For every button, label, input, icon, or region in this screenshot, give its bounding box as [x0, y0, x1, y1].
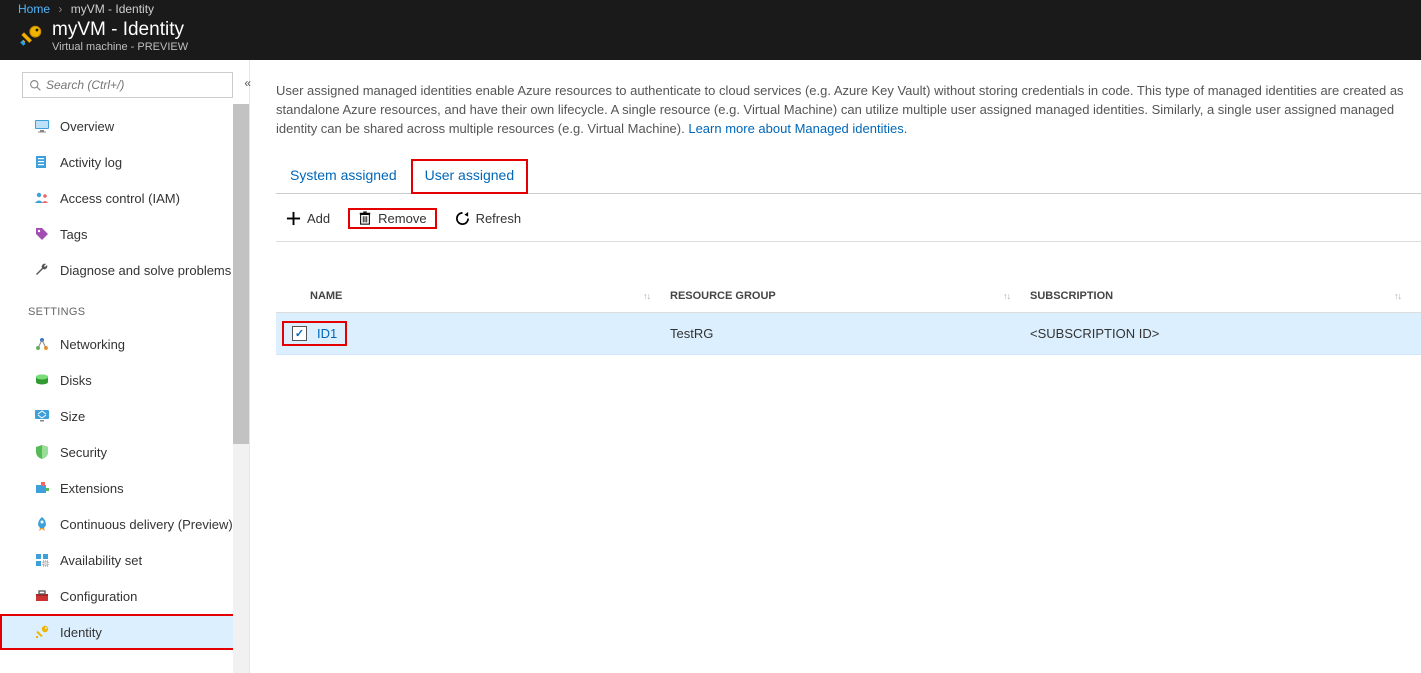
sidebar-item-overview[interactable]: Overview	[0, 108, 249, 144]
sidebar-item-label: Size	[60, 409, 85, 424]
breadcrumb-sep: ›	[53, 2, 67, 16]
add-button[interactable]: Add	[276, 208, 340, 229]
shield-icon	[34, 444, 50, 460]
sidebar: « Overview Activity log Access control (…	[0, 60, 250, 673]
refresh-icon	[455, 211, 470, 226]
page-subtitle: Virtual machine - PREVIEW	[52, 41, 188, 53]
log-icon	[34, 154, 50, 170]
collapse-icon[interactable]: «	[244, 76, 251, 90]
trash-icon	[358, 211, 372, 225]
toolbar: Add Remove Refresh	[276, 208, 1421, 242]
sidebar-item-label: Extensions	[60, 481, 124, 496]
row-checkbox[interactable]	[292, 326, 307, 341]
sidebar-section-settings: SETTINGS	[0, 288, 249, 326]
breadcrumb-current: myVM - Identity	[71, 2, 154, 16]
sidebar-item-label: Activity log	[60, 155, 122, 170]
sort-icon: ↑↓	[643, 291, 650, 301]
sidebar-item-diagnose[interactable]: Diagnose and solve problems	[0, 252, 249, 288]
key-icon	[18, 23, 44, 49]
sidebar-item-label: Tags	[60, 227, 87, 242]
sidebar-item-availability-set[interactable]: Availability set	[0, 542, 249, 578]
sidebar-item-label: Configuration	[60, 589, 137, 604]
remove-button[interactable]: Remove	[348, 208, 436, 229]
remove-label: Remove	[378, 211, 426, 226]
refresh-label: Refresh	[476, 211, 522, 226]
breadcrumb-home[interactable]: Home	[18, 2, 50, 16]
sidebar-item-extensions[interactable]: Extensions	[0, 470, 249, 506]
row-name-link[interactable]: ID1	[317, 326, 337, 341]
monitor-icon	[34, 118, 50, 134]
table-row[interactable]: ID1 TestRG <SUBSCRIPTION ID>	[276, 313, 1421, 355]
sidebar-item-label: Continuous delivery (Preview)	[60, 517, 233, 532]
sidebar-item-activity-log[interactable]: Activity log	[0, 144, 249, 180]
sidebar-item-label: Disks	[60, 373, 92, 388]
tab-system-assigned[interactable]: System assigned	[276, 159, 411, 193]
sidebar-item-label: Access control (IAM)	[60, 191, 180, 206]
network-icon	[34, 336, 50, 352]
add-label: Add	[307, 211, 330, 226]
row-subscription: <SUBSCRIPTION ID>	[1030, 326, 1421, 341]
learn-more-link[interactable]: Learn more about Managed identities.	[688, 121, 907, 136]
sidebar-item-configuration[interactable]: Configuration	[0, 578, 249, 614]
search-input[interactable]	[42, 78, 226, 92]
search-icon	[29, 79, 42, 92]
extensions-icon	[34, 480, 50, 496]
sidebar-item-label: Diagnose and solve problems	[60, 263, 231, 278]
sidebar-item-label: Security	[60, 445, 107, 460]
size-icon	[34, 408, 50, 424]
sidebar-item-continuous-delivery[interactable]: Continuous delivery (Preview)	[0, 506, 249, 542]
toolbox-icon	[34, 588, 50, 604]
main-content: User assigned managed identities enable …	[250, 60, 1421, 673]
sidebar-item-networking[interactable]: Networking	[0, 326, 249, 362]
sidebar-item-security[interactable]: Security	[0, 434, 249, 470]
availability-icon	[34, 552, 50, 568]
identity-table: NAME ↑↓ RESOURCE GROUP ↑↓ SUBSCRIPTION ↑…	[276, 282, 1421, 355]
sidebar-item-label: Identity	[60, 625, 102, 640]
sidebar-item-disks[interactable]: Disks	[0, 362, 249, 398]
scrollbar-thumb[interactable]	[233, 104, 249, 444]
disks-icon	[34, 372, 50, 388]
sidebar-item-label: Availability set	[60, 553, 142, 568]
sidebar-item-size[interactable]: Size	[0, 398, 249, 434]
col-header-resource-group[interactable]: RESOURCE GROUP ↑↓	[670, 290, 1030, 302]
col-header-name[interactable]: NAME ↑↓	[310, 290, 670, 302]
rocket-icon	[34, 516, 50, 532]
identity-key-icon	[34, 624, 50, 640]
sidebar-item-tags[interactable]: Tags	[0, 216, 249, 252]
wrench-icon	[34, 262, 50, 278]
tag-icon	[34, 226, 50, 242]
plus-icon	[286, 211, 301, 226]
row-resource-group: TestRG	[670, 326, 1030, 341]
sidebar-item-identity[interactable]: Identity	[0, 614, 249, 650]
page-title: myVM - Identity	[52, 20, 188, 41]
row-checkbox-highlight: ID1	[282, 321, 347, 346]
col-header-subscription[interactable]: SUBSCRIPTION ↑↓	[1030, 290, 1421, 302]
sort-icon: ↑↓	[1394, 291, 1401, 301]
table-header: NAME ↑↓ RESOURCE GROUP ↑↓ SUBSCRIPTION ↑…	[276, 282, 1421, 313]
sidebar-item-label: Networking	[60, 337, 125, 352]
tabs: System assigned User assigned	[276, 159, 1421, 194]
sidebar-item-access-control[interactable]: Access control (IAM)	[0, 180, 249, 216]
sidebar-item-label: Overview	[60, 119, 114, 134]
header-bar: Home › myVM - Identity myVM - Identity V…	[0, 0, 1421, 60]
sort-icon: ↑↓	[1003, 291, 1010, 301]
search-input-wrap[interactable]	[22, 72, 233, 98]
refresh-button[interactable]: Refresh	[445, 208, 532, 229]
breadcrumb: Home › myVM - Identity	[18, 0, 1421, 20]
tab-user-assigned[interactable]: User assigned	[411, 159, 529, 194]
people-icon	[34, 190, 50, 206]
description-text: User assigned managed identities enable …	[276, 82, 1416, 139]
